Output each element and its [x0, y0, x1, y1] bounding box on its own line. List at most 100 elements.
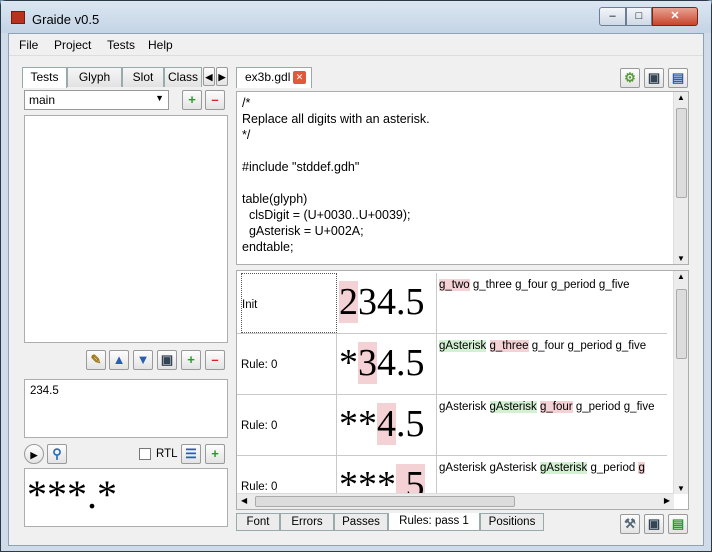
rule-glyph-names: g_two g_three g_four g_period g_five: [439, 279, 630, 291]
add-from-text-button[interactable]: +: [205, 444, 225, 464]
edit-test-button[interactable]: ✎: [86, 350, 106, 370]
settings-button[interactable]: ⚒: [620, 514, 640, 534]
magnifier-icon: ⚲: [52, 446, 62, 461]
rule-label: Rule: 0: [241, 334, 337, 394]
save-tests-button[interactable]: ▣: [157, 350, 177, 370]
code-line: clsDigit = (U+0030..U+0039);: [242, 208, 411, 222]
rule-label: Rule: 0: [241, 395, 337, 455]
rtl-label: RTL: [156, 448, 178, 460]
menu-tests[interactable]: Tests: [107, 38, 135, 52]
test-text-input[interactable]: 234.5: [24, 379, 228, 438]
tab-passes[interactable]: Passes: [334, 513, 388, 531]
tab-scroll-left-icon[interactable]: ◀: [203, 67, 215, 86]
new-file-button[interactable]: ▤: [668, 514, 688, 534]
document-add-icon: ▤: [671, 516, 685, 531]
minimize-button[interactable]: –: [599, 7, 626, 26]
code-line: Replace all digits with an asterisk.: [242, 112, 430, 126]
tab-positions[interactable]: Positions: [480, 513, 544, 531]
tab-rules-pass-1[interactable]: Rules: pass 1: [388, 513, 480, 531]
test-group-value: main: [29, 93, 56, 107]
code-line: table(glyph): [242, 192, 308, 206]
tab-ex3b-gdl[interactable]: ex3b.gdl ✕: [236, 67, 312, 88]
menu-help[interactable]: Help: [148, 38, 173, 52]
rtl-checkbox[interactable]: [139, 448, 151, 460]
rules-vscroll-thumb[interactable]: [676, 289, 687, 359]
left-pane: Tests Glyph Slot Class ◀ ▶ main ▼ + – ✎ …: [22, 67, 228, 537]
scroll-down-icon[interactable]: ▼: [677, 484, 685, 493]
remove-test-group-button[interactable]: –: [205, 90, 225, 110]
close-button[interactable]: ✕: [652, 7, 698, 26]
test-group-select[interactable]: main ▼: [24, 90, 169, 110]
menu-bar: File Project Tests Help: [9, 34, 703, 56]
tab-slot[interactable]: Slot: [122, 67, 164, 87]
rule-glyph-names: gAsterisk gAsterisk gAsterisk g_period g: [439, 462, 645, 474]
play-icon: ▶: [30, 450, 38, 460]
rule-glyphs: **4.5: [337, 395, 437, 455]
remove-test-button[interactable]: –: [205, 350, 225, 370]
build-button[interactable]: ⚙: [620, 68, 640, 88]
editor-scroll-thumb[interactable]: [676, 108, 687, 198]
scroll-up-icon[interactable]: ▲: [677, 272, 685, 281]
menu-file[interactable]: File: [19, 38, 38, 52]
rule-glyphs: *34.5: [337, 334, 437, 394]
pencil-icon: ✎: [90, 352, 102, 367]
code-line: gAsterisk = U+002A;: [242, 224, 364, 238]
maximize-button[interactable]: □: [626, 7, 652, 26]
tab-errors[interactable]: Errors: [280, 513, 334, 531]
rule-label: Init: [241, 273, 337, 333]
rule-row[interactable]: Rule: 0 *34.5 gAsterisk g_three g_four g…: [237, 334, 667, 395]
test-list-view-button[interactable]: ☰: [181, 444, 201, 464]
code-editor[interactable]: /* Replace all digits with an asterisk. …: [236, 91, 689, 265]
scroll-down-icon[interactable]: ▼: [677, 254, 685, 263]
rule-glyph-names: gAsterisk gAsterisk g_four g_period g_fi…: [439, 401, 655, 413]
code-line: endtable;: [242, 240, 294, 254]
window-title: Graide v0.5: [32, 12, 100, 27]
rule-row[interactable]: Rule: 0 **4.5 gAsterisk gAsterisk g_four…: [237, 395, 667, 456]
bottom-tab-bar: Font Errors Passes Rules: pass 1 Positio…: [236, 513, 556, 533]
move-up-button[interactable]: ▲: [109, 350, 129, 370]
scroll-right-icon[interactable]: ▶: [664, 496, 670, 505]
save-all-button[interactable]: ▣: [644, 514, 664, 534]
arrow-up-icon: ▲: [112, 352, 126, 367]
tab-font[interactable]: Font: [236, 513, 280, 531]
move-down-button[interactable]: ▼: [133, 350, 153, 370]
save-as-button[interactable]: ▤: [668, 68, 688, 88]
document-icon: ▤: [671, 70, 685, 85]
wrench-icon: ⚒: [624, 516, 636, 531]
add-test-group-button[interactable]: +: [182, 90, 202, 110]
code-line: */: [242, 128, 251, 142]
rules-view: Init 234.5 g_two g_three g_four g_period…: [236, 270, 689, 510]
app-icon: [11, 11, 25, 24]
run-test-button[interactable]: ▶: [24, 444, 44, 464]
client-area: File Project Tests Help Tests Glyph Slot…: [8, 33, 704, 546]
save-file-button[interactable]: ▣: [644, 68, 664, 88]
rule-row[interactable]: Init 234.5 g_two g_three g_four g_period…: [237, 273, 667, 334]
code-line: /*: [242, 96, 251, 110]
rules-hscrollbar[interactable]: ◀ ▶: [237, 493, 674, 509]
tab-glyph[interactable]: Glyph: [67, 67, 122, 87]
menu-project[interactable]: Project: [54, 38, 91, 52]
tab-scroll-right-icon[interactable]: ▶: [216, 67, 228, 86]
rules-vscrollbar[interactable]: ▲ ▼: [673, 271, 688, 494]
rendered-output-text: ***.*: [27, 472, 117, 517]
arrow-down-icon: ▼: [136, 352, 150, 367]
close-tab-icon[interactable]: ✕: [293, 71, 306, 84]
floppy-disk-icon: ▣: [160, 352, 174, 367]
title-bar: Graide v0.5 – □ ✕: [1, 1, 711, 33]
chevron-down-icon: ▼: [155, 93, 164, 103]
tab-class[interactable]: Class: [164, 67, 202, 87]
floppy-disk-icon: ▣: [647, 516, 661, 531]
rendered-output: ***.*: [24, 468, 228, 527]
editor-tab-label: ex3b.gdl: [245, 70, 291, 84]
inspect-button[interactable]: ⚲: [47, 444, 67, 464]
scroll-up-icon[interactable]: ▲: [677, 93, 685, 102]
add-test-button[interactable]: +: [181, 350, 201, 370]
scroll-left-icon[interactable]: ◀: [241, 496, 247, 505]
test-list[interactable]: [24, 115, 228, 343]
rules-hscroll-thumb[interactable]: [255, 496, 515, 507]
tab-tests[interactable]: Tests: [22, 67, 67, 88]
rule-glyphs: 234.5: [337, 273, 437, 333]
rule-glyph-names: gAsterisk g_three g_four g_period g_five: [439, 340, 647, 352]
gear-icon: ⚙: [624, 70, 636, 85]
editor-scrollbar[interactable]: ▲ ▼: [673, 92, 688, 264]
